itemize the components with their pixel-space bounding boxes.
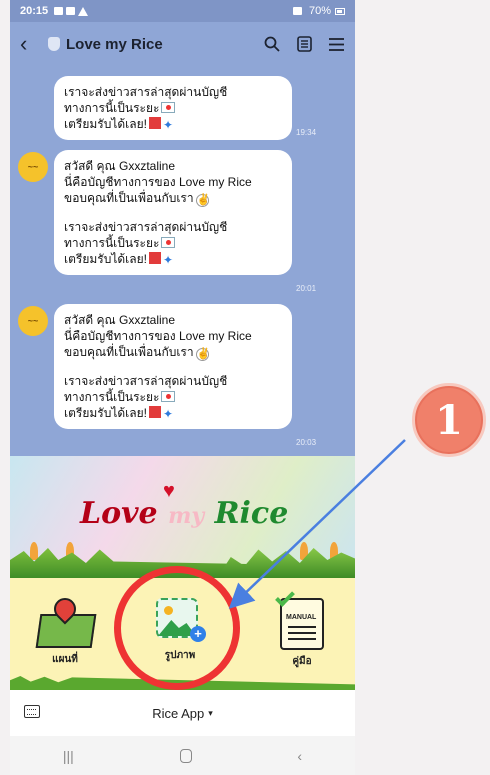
manual-menu-item[interactable]: MANUAL คู่มือ — [275, 587, 324, 669]
brand-logo: Love my Rice — [80, 496, 288, 531]
back-nav-icon[interactable]: ‹ — [297, 748, 302, 764]
manual-label: คู่มือ — [292, 656, 312, 667]
message-line: เตรียมรับได้เลย! — [64, 117, 147, 131]
message-line: นี่คือบัญชีทางการของ Love my Rice — [64, 329, 252, 343]
status-bar: 20:15 70% — [10, 0, 355, 22]
love-letter-icon — [161, 237, 176, 248]
mail-notif-icon — [66, 7, 76, 15]
message-bubble: เราจะส่งข่าวสารล่าสุดผ่านบัญชี ทางการนี้… — [54, 76, 292, 140]
message-time: 20:03 — [296, 438, 317, 447]
message-line: ขอบคุณที่เป็นเพื่อนกับเรา — [64, 191, 194, 205]
map-label: แผนที่ — [52, 654, 78, 665]
gift-icon — [149, 406, 161, 418]
gallery-notif-icon — [54, 7, 64, 15]
message-time: 20:01 — [296, 284, 317, 293]
message-line: ทางการนี้เป็นระยะ — [64, 236, 160, 250]
avatar[interactable]: ~~ — [18, 152, 48, 182]
rich-menu-banner[interactable]: ♥ Love my Rice — [10, 456, 355, 578]
love-letter-icon — [161, 391, 176, 402]
message-line: เราจะส่งข่าวสารล่าสุดผ่านบัญชี — [64, 220, 228, 234]
message-line: เราจะส่งข่าวสารล่าสุดผ่านบัญชี — [64, 85, 228, 99]
message-bubble: สวัสดี คุณ Gxxztaline นี่คือบัญชีทางการข… — [54, 304, 292, 429]
peace-hand-icon: ✌ — [195, 348, 211, 361]
message-line: ขอบคุณที่เป็นเพื่อนกับเรา — [64, 345, 194, 359]
keyboard-icon[interactable] — [24, 705, 40, 718]
peace-hand-icon: ✌ — [195, 194, 211, 207]
message-line: สวัสดี คุณ Gxxztaline — [64, 159, 176, 173]
recent-apps-icon[interactable]: ||| — [63, 748, 74, 764]
alert-notif-icon — [78, 6, 89, 16]
back-icon[interactable]: ‹ — [20, 31, 42, 57]
chat-area[interactable]: เราจะส่งข่าวสารล่าสุดผ่านบัญชี ทางการนี้… — [10, 66, 355, 456]
step-number-badge: 1 — [412, 383, 486, 457]
rich-menu-title[interactable]: Rice App — [152, 706, 204, 721]
message-line: เราจะส่งข่าวสารล่าสุดผ่านบัญชี — [64, 374, 228, 388]
star-icon: ✦ — [163, 253, 174, 267]
logo-rice: Rice — [214, 496, 289, 531]
message-line: นี่คือบัญชีทางการของ Love my Rice — [64, 175, 252, 189]
message-line: เตรียมรับได้เลย! — [64, 406, 147, 420]
battery-icon — [335, 7, 345, 15]
message-line: เตรียมรับได้เลย! — [64, 252, 147, 266]
manual-icon-text: MANUAL — [286, 614, 317, 621]
menu-icon[interactable] — [327, 35, 345, 53]
system-nav-bar: ||| ‹ — [10, 736, 355, 775]
star-icon: ✦ — [163, 407, 174, 421]
signal-icon — [292, 7, 302, 15]
message-line: สวัสดี คุณ Gxxztaline — [64, 313, 176, 327]
gift-icon — [149, 117, 161, 129]
message-line: ทางการนี้เป็นระยะ — [64, 390, 160, 404]
verified-shield-icon — [48, 37, 60, 51]
message-time: 19:34 — [296, 128, 317, 137]
rich-menu-toggle-bar[interactable]: Rice App ▾ — [10, 690, 355, 736]
notes-icon[interactable] — [295, 35, 313, 53]
caret-down-icon[interactable]: ▾ — [208, 708, 213, 719]
logo-love: Love — [80, 496, 158, 531]
chat-header: ‹ Love my Rice — [10, 22, 355, 66]
battery-percent: 70% — [308, 5, 331, 17]
logo-my: my — [168, 503, 205, 529]
home-icon[interactable] — [179, 748, 192, 763]
message-line: ทางการนี้เป็นระยะ — [64, 101, 160, 115]
manual-icon: MANUAL — [275, 587, 324, 650]
map-icon — [34, 593, 97, 648]
star-icon: ✦ — [163, 118, 174, 132]
message-bubble: สวัสดี คุณ Gxxztaline นี่คือบัญชีทางการข… — [54, 150, 292, 275]
plant-decoration — [30, 542, 38, 560]
avatar[interactable]: ~~ — [18, 306, 48, 336]
status-time: 20:15 — [20, 5, 49, 17]
search-icon[interactable] — [263, 35, 281, 53]
chat-title: Love my Rice — [66, 35, 163, 53]
highlight-circle — [114, 566, 240, 690]
gift-icon — [149, 252, 161, 264]
map-menu-item[interactable]: แผนที่ — [34, 593, 97, 667]
love-letter-icon — [161, 102, 176, 113]
